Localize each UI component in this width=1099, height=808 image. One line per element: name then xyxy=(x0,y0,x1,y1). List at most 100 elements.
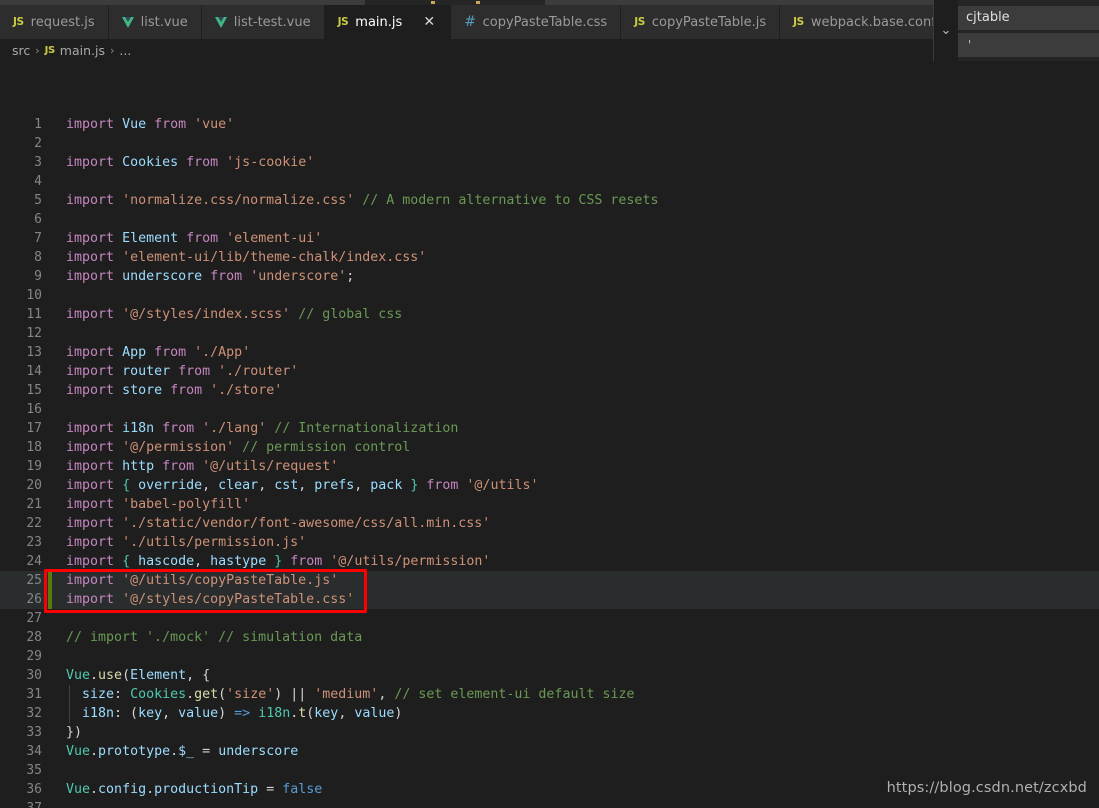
js-file-icon: JS xyxy=(793,16,804,28)
close-icon[interactable]: ✕ xyxy=(421,14,437,30)
gutter-change-indicator xyxy=(48,609,52,628)
code-line[interactable]: 9 import underscore from 'underscore'; xyxy=(0,267,1099,286)
code-line[interactable]: 7 import Element from 'element-ui' xyxy=(0,229,1099,248)
code-line[interactable]: 19 import http from '@/utils/request' xyxy=(0,457,1099,476)
vue-file-icon xyxy=(214,16,227,28)
line-number: 7 xyxy=(34,231,42,246)
code-line[interactable]: 32 i18n: (key, value) => i18n.t(key, val… xyxy=(0,704,1099,723)
code-line[interactable]: 11 import '@/styles/index.scss' // global… xyxy=(0,305,1099,324)
code-text: import store from './store' xyxy=(66,383,283,398)
code-line[interactable]: 3 import Cookies from 'js-cookie' xyxy=(0,153,1099,172)
code-line[interactable]: 14 import router from './router' xyxy=(0,362,1099,381)
code-line[interactable]: 2 xyxy=(0,134,1099,153)
find-widget-panel[interactable]: ⌄ cjtable ' xyxy=(933,0,1099,61)
code-line[interactable]: 28 // import './mock' // simulation data xyxy=(0,628,1099,647)
editor-tab-request-js[interactable]: JS request.js xyxy=(0,5,109,39)
code-line[interactable]: 25 import '@/utils/copyPasteTable.js' xyxy=(0,571,1099,590)
vue-file-icon xyxy=(121,16,134,28)
code-text: Vue.use(Element, { xyxy=(66,668,211,683)
breadcrumb-item-src[interactable]: src xyxy=(12,43,30,58)
line-number: 3 xyxy=(34,155,42,170)
code-line[interactable]: 24 import { hascode, hastype } from '@/ut… xyxy=(0,552,1099,571)
code-line[interactable]: 37 xyxy=(0,799,1099,808)
code-text: import '@/utils/copyPasteTable.js' xyxy=(66,573,339,588)
chevron-down-icon[interactable]: ⌄ xyxy=(934,0,958,61)
code-line[interactable]: 4 xyxy=(0,172,1099,191)
js-file-icon: JS xyxy=(44,45,56,56)
tab-label: list-test.vue xyxy=(233,14,311,30)
editor-tab-list-vue[interactable]: list.vue xyxy=(108,5,202,39)
editor-tab-copypastetable-js[interactable]: JS copyPasteTable.js xyxy=(621,5,781,39)
breadcrumb-item-symbol[interactable]: ... xyxy=(119,43,131,58)
code-line[interactable]: 35 xyxy=(0,761,1099,780)
code-line[interactable]: 17 import i18n from './lang' // Internati… xyxy=(0,419,1099,438)
code-line[interactable]: 21 import 'babel-polyfill' xyxy=(0,495,1099,514)
code-line[interactable]: 5 import 'normalize.css/normalize.css' //… xyxy=(0,191,1099,210)
line-number: 33 xyxy=(26,725,42,740)
line-number: 13 xyxy=(26,345,42,360)
js-file-icon: JS xyxy=(634,16,645,28)
code-line[interactable]: 18 import '@/permission' // permission co… xyxy=(0,438,1099,457)
tab-label: webpack.base.conf.js xyxy=(810,14,950,30)
code-line[interactable]: 1 import Vue from 'vue' xyxy=(0,115,1099,134)
watermark-url: https://blog.csdn.net/zcxbd xyxy=(886,780,1087,796)
code-text: // import './mock' // simulation data xyxy=(66,630,363,645)
line-number: 25 xyxy=(26,573,42,588)
line-number: 31 xyxy=(26,687,42,702)
line-number: 15 xyxy=(26,383,42,398)
code-line[interactable]: 6 xyxy=(0,210,1099,229)
code-line[interactable]: 31 size: Cookies.get('size') || 'medium'… xyxy=(0,685,1099,704)
code-editor[interactable]: 1 import Vue from 'vue' 2 3 import Cookies f… xyxy=(0,62,1099,808)
code-text: import App from './App' xyxy=(66,345,251,360)
line-number: 6 xyxy=(34,212,42,227)
line-number: 11 xyxy=(26,307,42,322)
line-number: 10 xyxy=(26,288,42,303)
code-text: }) xyxy=(66,725,83,740)
code-text: import './utils/permission.js' xyxy=(66,535,307,550)
vscode-window: JS request.js list.vue list-test.vue JS main.… xyxy=(0,0,1099,808)
code-line[interactable]: 33}) xyxy=(0,723,1099,742)
gutter-change-indicator xyxy=(48,286,52,305)
code-line[interactable]: 23 import './utils/permission.js' xyxy=(0,533,1099,552)
gutter-change-indicator xyxy=(48,172,52,191)
editor-tab-copypastetable-css[interactable]: # copyPasteTable.css xyxy=(451,5,622,39)
code-line[interactable]: 34 Vue.prototype.$_ = underscore xyxy=(0,742,1099,761)
gutter-change-indicator xyxy=(48,799,52,808)
gutter-change-indicator xyxy=(48,210,52,229)
code-text: import '@/styles/index.scss' // global c… xyxy=(66,307,403,322)
code-line[interactable]: 27 xyxy=(0,609,1099,628)
code-line[interactable]: 20 import { override, clear, cst, prefs, … xyxy=(0,476,1099,495)
gutter-change-indicator xyxy=(48,647,52,666)
code-line[interactable]: 30 Vue.use(Element, { xyxy=(0,666,1099,685)
code-line[interactable]: 13 import App from './App' xyxy=(0,343,1099,362)
code-text: import Vue from 'vue' xyxy=(66,117,235,132)
code-line[interactable]: 15 import store from './store' xyxy=(0,381,1099,400)
breadcrumb-item-file[interactable]: main.js xyxy=(60,43,105,58)
line-number: 32 xyxy=(26,706,42,721)
chrome-dot-2 xyxy=(476,1,480,4)
chrome-dot-1 xyxy=(431,1,435,4)
tab-label: main.js xyxy=(355,14,403,30)
code-text: import '@/styles/copyPasteTable.css' xyxy=(66,592,355,607)
code-line[interactable]: 29 xyxy=(0,647,1099,666)
code-text: i18n: (key, value) => i18n.t(key, value) xyxy=(82,706,403,721)
code-line[interactable]: 26 import '@/styles/copyPasteTable.css' xyxy=(0,590,1099,609)
line-number: 21 xyxy=(26,497,42,512)
line-number: 5 xyxy=(34,193,42,208)
widget-input-primary[interactable]: cjtable xyxy=(958,6,1099,30)
breadcrumb-separator-icon-2: › xyxy=(109,44,115,57)
code-text: import 'normalize.css/normalize.css' // … xyxy=(66,193,659,208)
code-line[interactable]: 22 import './static/vendor/font-awesome/c… xyxy=(0,514,1099,533)
gutter-change-indicator xyxy=(48,324,52,343)
code-line[interactable]: 12 xyxy=(0,324,1099,343)
code-line[interactable]: 10 xyxy=(0,286,1099,305)
editor-tab-list-test-vue[interactable]: list-test.vue xyxy=(201,5,325,39)
breadcrumb-separator-icon: › xyxy=(35,44,40,57)
code-text: import underscore from 'underscore'; xyxy=(66,269,355,284)
code-line[interactable]: 8 import 'element-ui/lib/theme-chalk/inde… xyxy=(0,248,1099,267)
editor-tab-main-js[interactable]: JS main.js ✕ xyxy=(324,5,452,39)
code-line[interactable]: 16 xyxy=(0,400,1099,419)
widget-input-secondary[interactable]: ' xyxy=(958,33,1099,57)
code-lines[interactable]: 1 import Vue from 'vue' 2 3 import Cookies f… xyxy=(0,115,1099,808)
code-text: Vue.config.productionTip = false xyxy=(66,782,323,797)
